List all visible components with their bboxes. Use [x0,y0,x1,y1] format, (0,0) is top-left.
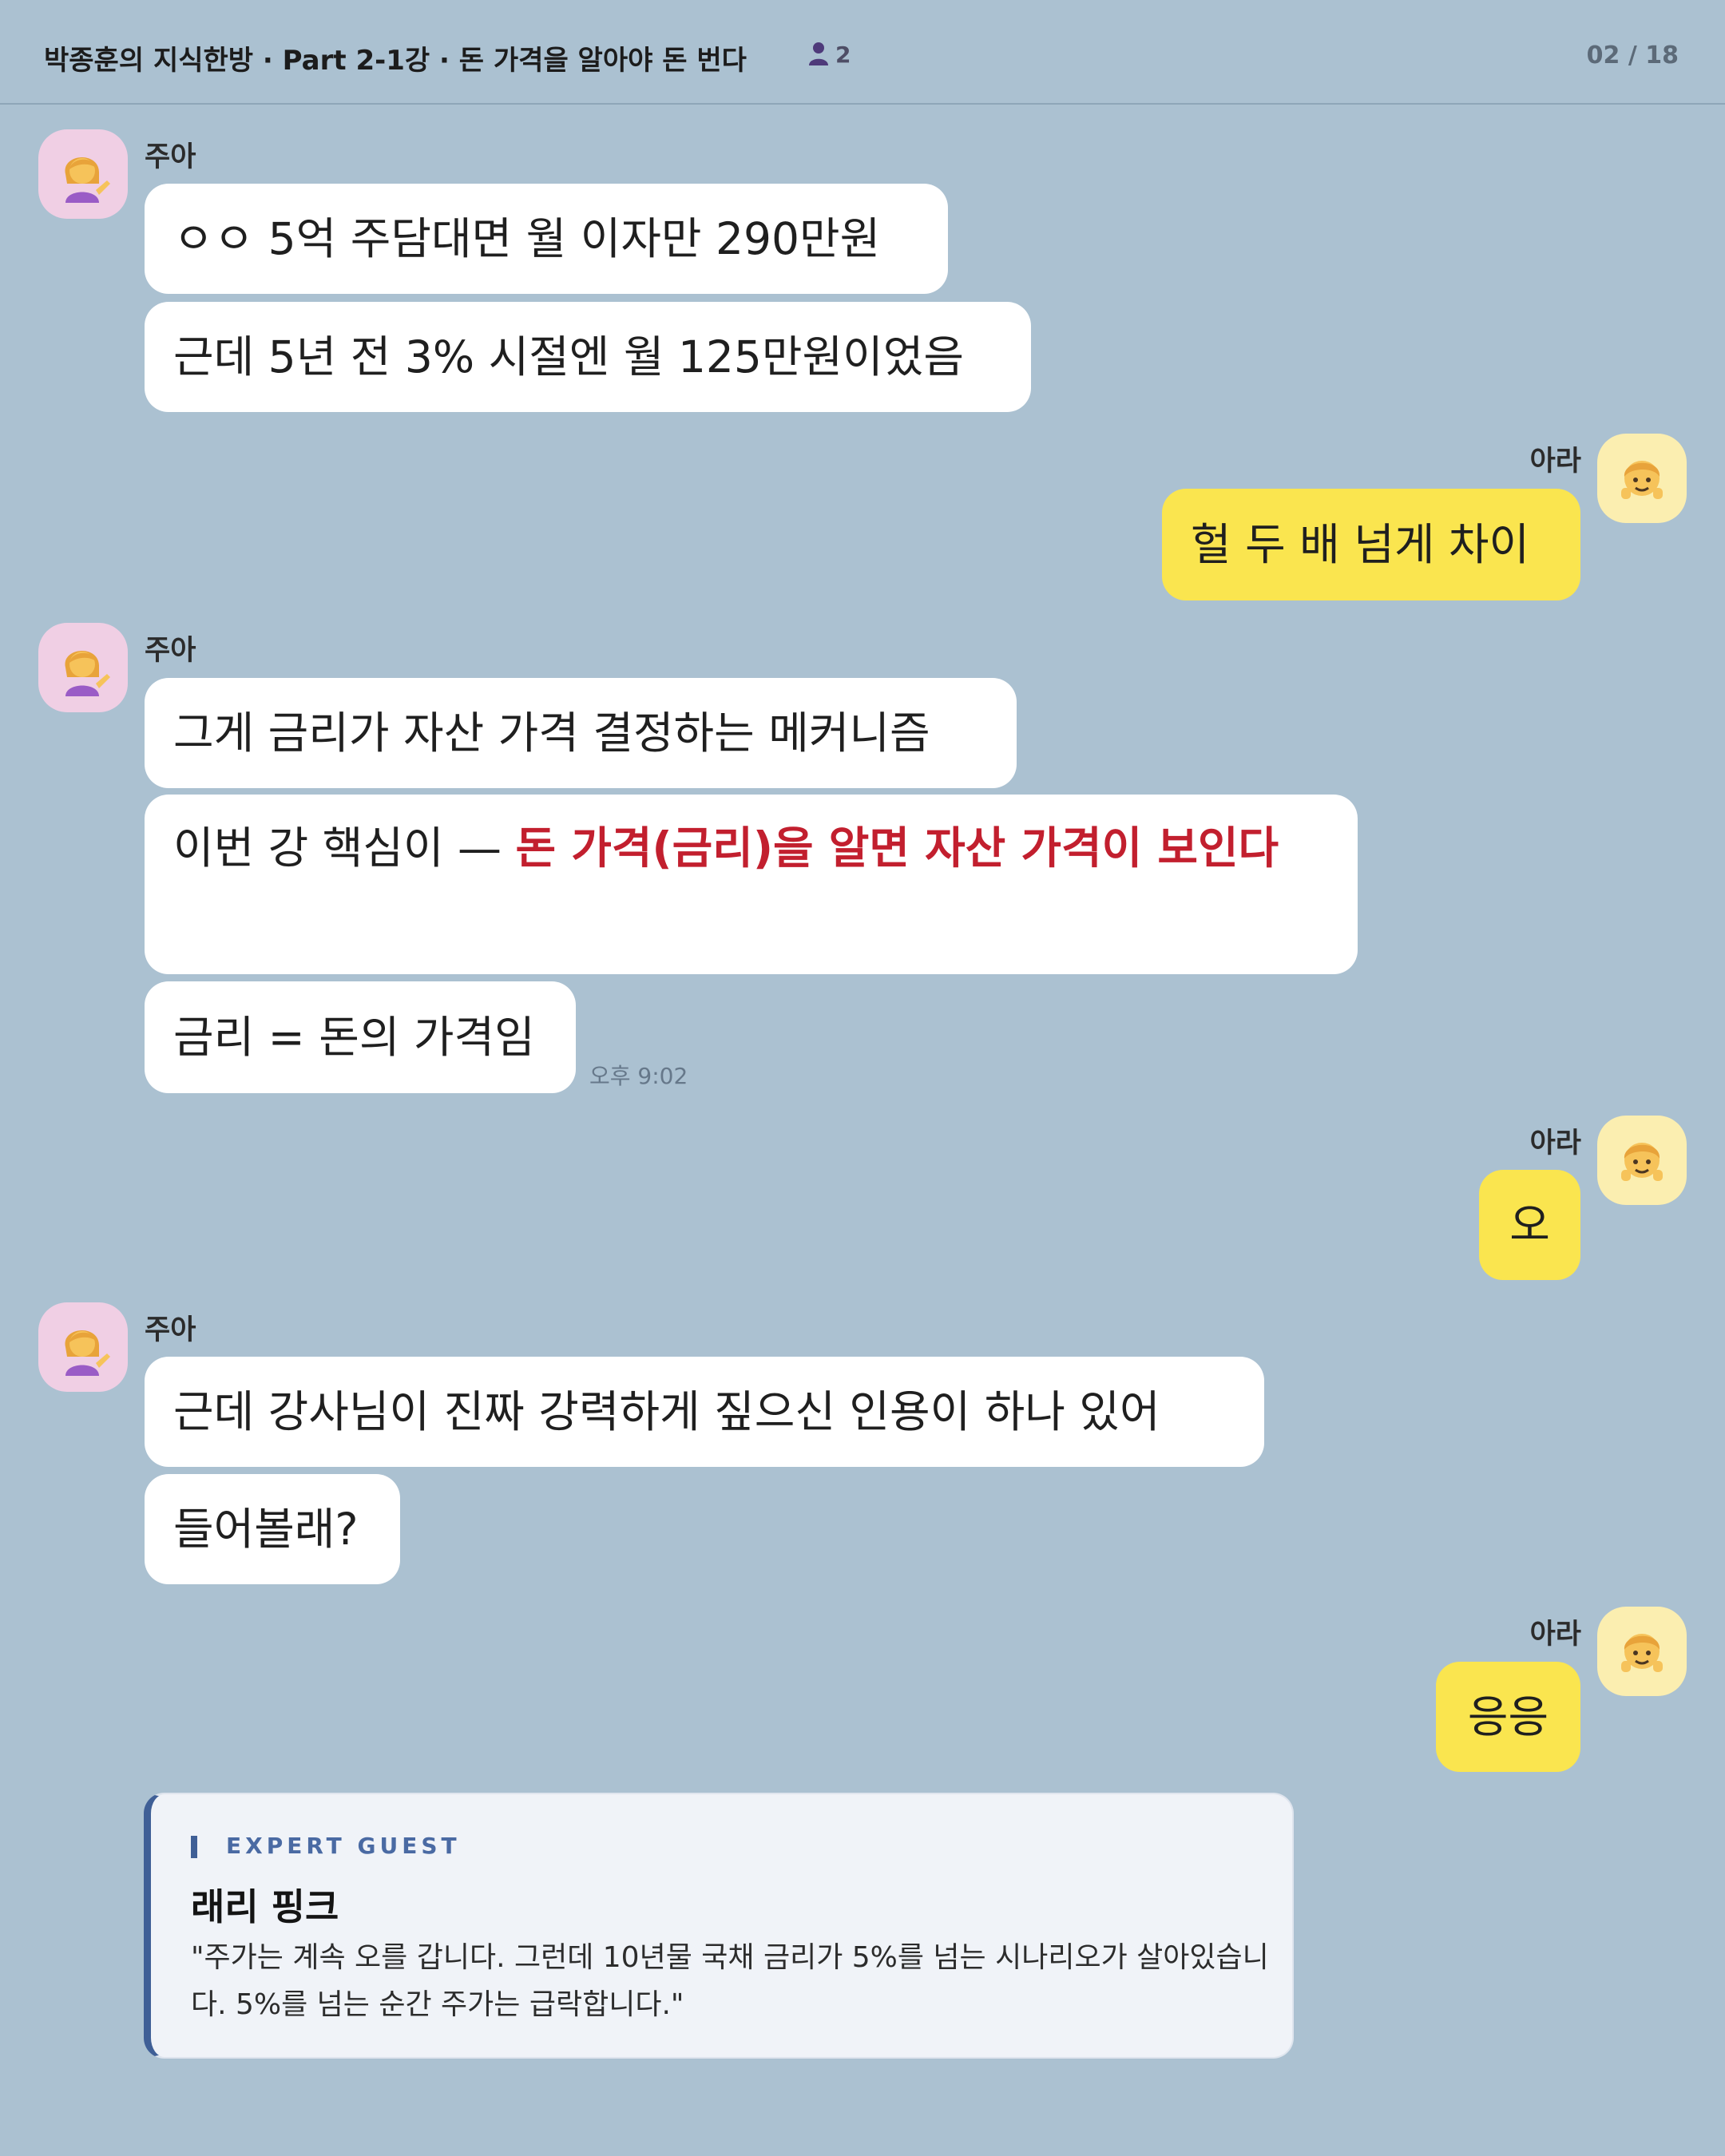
sender-name: 아라 [1529,1619,1581,1651]
person-tipping-hand-icon [65,157,110,203]
avatar-ara[interactable] [1597,1116,1687,1205]
sender-name: 주아 [145,141,196,173]
sender-name: 주아 [145,1314,196,1346]
avatar-juah[interactable] [38,1302,128,1392]
child-icon [1621,1634,1663,1672]
sender-name: 아라 [1529,1128,1581,1159]
my-message-bubble[interactable]: 헐 두 배 넘게 차이 [1162,489,1580,600]
message-bubble[interactable]: 들어볼래? [145,1474,400,1584]
message-timestamp: 오후 9:02 [589,1063,688,1089]
quote-tag: EXPERT GUEST [226,1833,461,1859]
message-text: 이번 강 핵심이 — [173,822,516,874]
chat-title: 박종훈의 지식한방 · Part 2-1강 · 돈 가격을 알아야 돈 번다 [44,45,747,77]
my-message-bubble[interactable]: 오 [1479,1170,1580,1280]
avatar-juah[interactable] [38,129,128,219]
child-icon [1621,1143,1663,1181]
message-bubble[interactable]: 근데 강사님이 진짜 강력하게 짚으신 인용이 하나 있어 [145,1357,1264,1467]
chat-header: 박종훈의 지식한방 · Part 2-1강 · 돈 가격을 알아야 돈 번다 2… [0,0,1725,105]
person-icon [809,42,828,65]
quote-text: "주가는 계속 오를 갑니다. 그런데 10년물 국채 금리가 5%를 넘는 시… [191,1941,1269,2021]
message-bubble[interactable]: 금리 = 돈의 가격임 [145,981,576,1093]
expert-quote-card[interactable]: EXPERT GUEST 래리 핑크 "주가는 계속 오를 갑니다. 그런데 1… [144,1793,1294,2059]
message-bubble[interactable]: 그게 금리가 자산 가격 결정하는 메커니즘 [145,678,1017,788]
person-tipping-hand-icon [65,650,110,696]
emphasis-text: 돈 가격(금리)을 알면 자산 가격이 보인다 [515,822,1279,874]
page-counter: 02 / 18 [1586,42,1679,69]
member-count-value: 2 [835,42,851,68]
person-tipping-hand-icon [65,1330,110,1376]
avatar-ara[interactable] [1597,1607,1687,1696]
message-bubble[interactable]: 근데 5년 전 3% 시절엔 월 125만원이었음 [145,302,1031,412]
avatar-ara[interactable] [1597,434,1687,523]
quote-author: 래리 핑크 [191,1885,339,1928]
sender-name: 아라 [1529,446,1581,478]
avatar-juah[interactable] [38,623,128,712]
message-bubble[interactable]: ㅇㅇ 5억 주담대면 월 이자만 290만원 [145,184,948,294]
child-icon [1621,461,1663,499]
my-message-bubble[interactable]: 응응 [1436,1662,1580,1772]
quote-tag-bar [191,1836,197,1858]
member-count[interactable]: 2 [808,42,851,68]
message-bubble-key-point[interactable]: 이번 강 핵심이 — 돈 가격(금리)을 알면 자산 가격이 보인다 [145,795,1358,974]
sender-name: 주아 [145,635,196,667]
